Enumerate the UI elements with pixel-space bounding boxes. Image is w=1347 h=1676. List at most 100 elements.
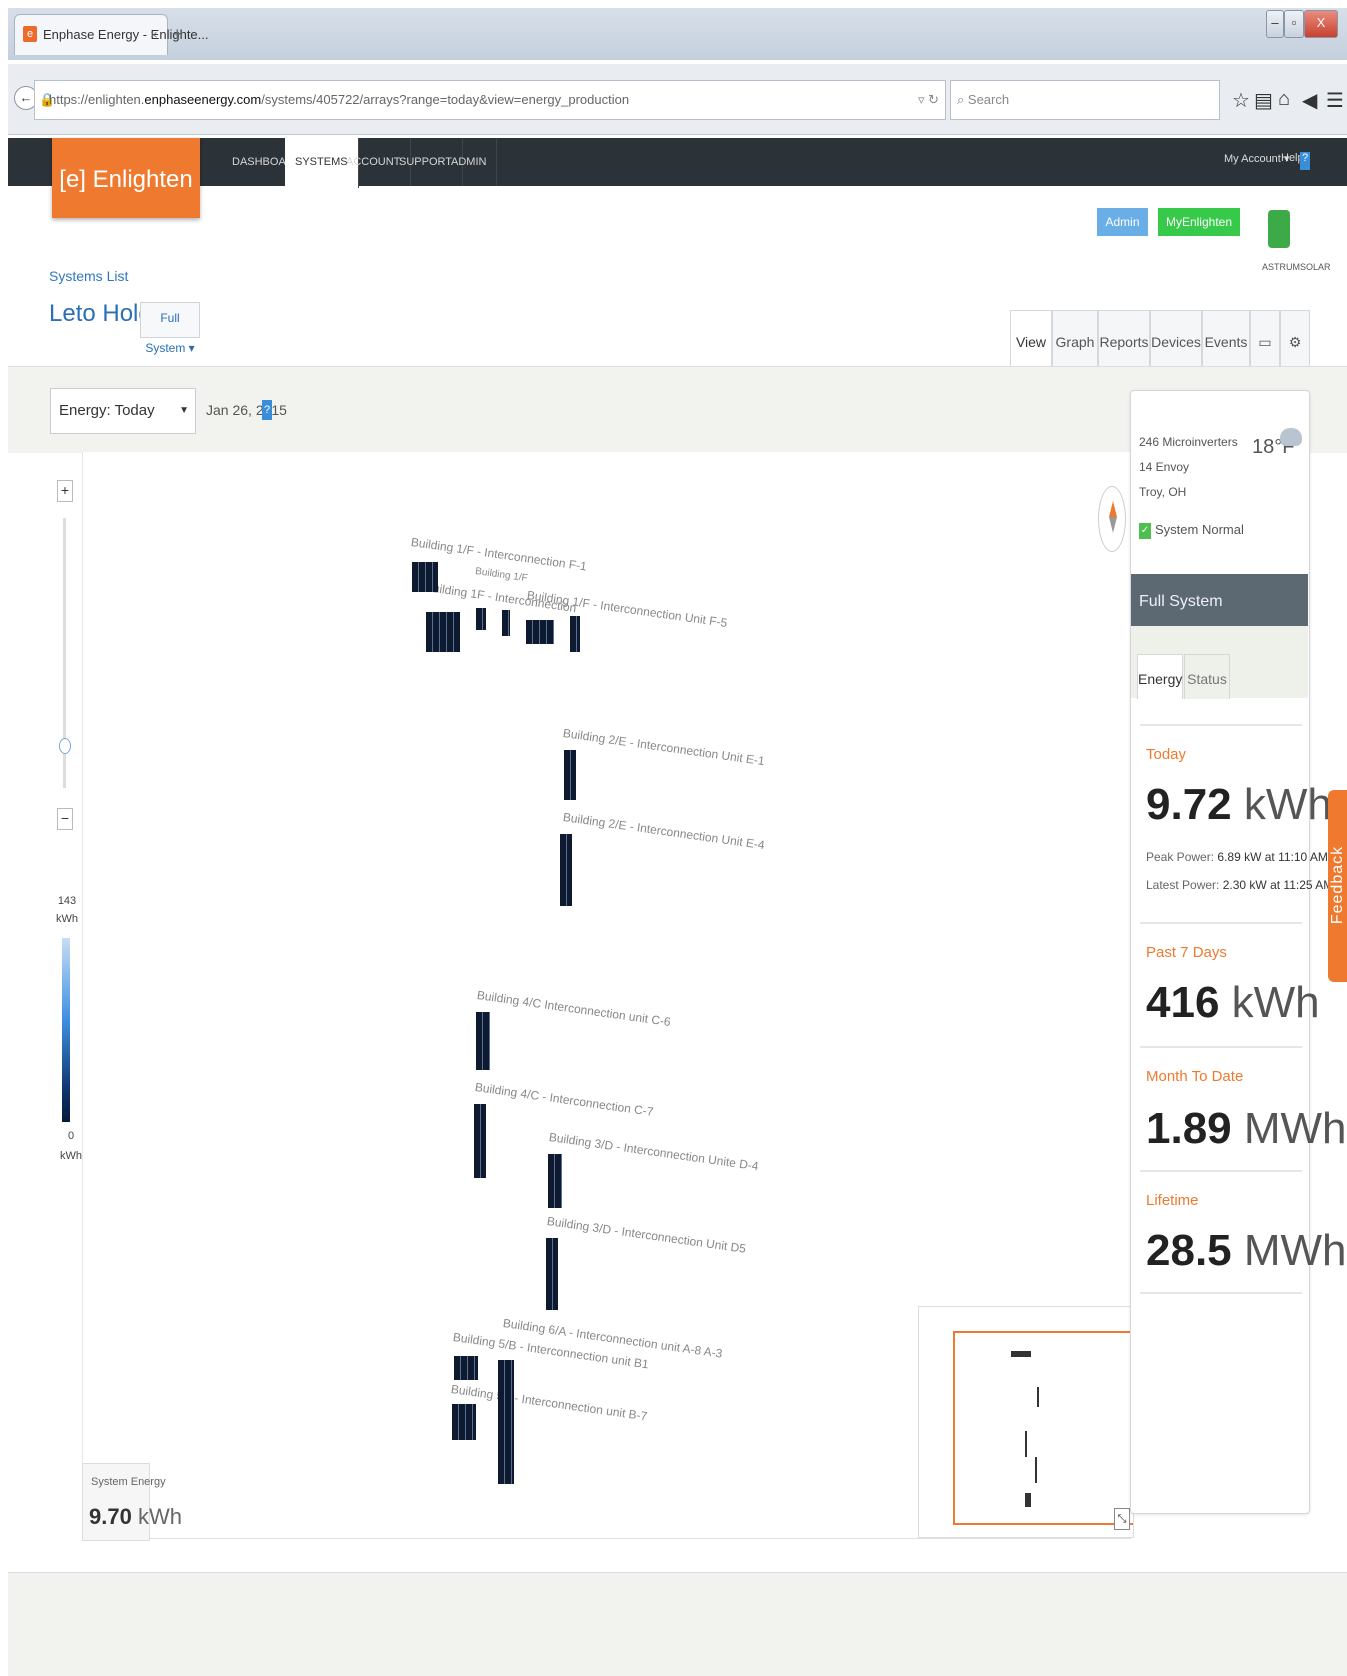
today-value: 9.72 kWh	[1146, 780, 1332, 829]
send-icon[interactable]: ◀	[1302, 88, 1317, 113]
tab-reports[interactable]: Reports	[1098, 310, 1150, 367]
overview-minimap[interactable]	[918, 1306, 1134, 1538]
divider	[1140, 1046, 1302, 1048]
solar-array[interactable]	[426, 612, 460, 652]
help-question-icon[interactable]: ?	[1300, 152, 1310, 170]
installer-logo-icon	[1268, 210, 1290, 248]
date-help-icon[interactable]: ?	[262, 400, 272, 420]
minimap-array	[1025, 1493, 1031, 1507]
energy-range-select[interactable]: Energy: Today ▼	[50, 388, 196, 434]
divider	[1140, 922, 1302, 924]
tab-title: Enphase Energy - Enlighte...	[43, 27, 209, 42]
tab-graph[interactable]: Graph	[1052, 310, 1098, 367]
selected-date: Jan 26, 2015	[206, 402, 287, 418]
zoom-slider-handle[interactable]	[59, 738, 71, 754]
month-label: Month To Date	[1146, 1068, 1244, 1085]
browser-search-input[interactable]: ⌕ Search	[950, 80, 1220, 120]
enlighten-manager-logo[interactable]: [e] Enlighten Manager	[52, 138, 200, 277]
legend-min: 0 kWh	[60, 1130, 82, 1162]
installer-name: ASTRUMSOLAR	[1262, 262, 1331, 272]
app-nav-bar	[8, 138, 1347, 186]
solar-array[interactable]	[412, 562, 438, 592]
compass-icon	[1098, 486, 1126, 552]
divider	[1140, 1292, 1302, 1294]
peak-power: Peak Power: 6.89 kW at 11:10 AM	[1146, 850, 1328, 864]
legend-max: 143 kWh	[56, 895, 78, 925]
bookmark-star-icon[interactable]: ☆	[1232, 88, 1250, 113]
solar-array[interactable]	[476, 608, 486, 630]
tab-energy[interactable]: Energy	[1137, 654, 1183, 699]
solar-array[interactable]	[452, 1404, 476, 1440]
minimap-toggle-icon[interactable]: ⤡	[1114, 1508, 1130, 1530]
solar-array[interactable]	[498, 1360, 514, 1484]
microinverter-count: 246 Microinverters	[1139, 435, 1238, 449]
divider	[1140, 724, 1302, 726]
solar-array[interactable]	[502, 610, 510, 636]
past7-value: 416 kWh	[1146, 978, 1320, 1027]
minimap-array	[1035, 1457, 1037, 1483]
zoom-out-button[interactable]: −	[57, 808, 73, 830]
lifetime-label: Lifetime	[1146, 1192, 1199, 1209]
system-energy-box: System Energy 9.70 kWh	[82, 1463, 182, 1541]
system-energy-value: 9.70 kWh	[89, 1504, 182, 1529]
feedback-button[interactable]: Feedback	[1328, 790, 1347, 982]
enphase-favicon-icon: e	[23, 26, 37, 42]
tab-status[interactable]: Status	[1184, 654, 1230, 699]
admin-view-button[interactable]: Admin View	[1097, 208, 1148, 257]
solar-array[interactable]	[570, 616, 580, 652]
magnifier-icon: ⌕	[957, 92, 965, 107]
solar-array[interactable]	[474, 1104, 486, 1178]
solar-array[interactable]	[564, 750, 576, 800]
address-bar[interactable]: 🔒 https://enlighten.enphaseenergy.com/sy…	[34, 80, 946, 120]
my-account-menu[interactable]: My Account ▾	[1224, 152, 1289, 165]
search-placeholder: Search	[967, 92, 1010, 107]
tab-view[interactable]: View	[1010, 310, 1052, 367]
systems-list-link[interactable]: Systems List	[49, 268, 128, 284]
full-system-header: Full System	[1131, 574, 1308, 626]
system-status: ✓ System Normal	[1139, 522, 1244, 539]
energy-color-scale	[62, 938, 70, 1122]
new-tab-button[interactable]: +	[172, 24, 183, 45]
browser-tab[interactable]: e Enphase Energy - Enlighte... ×	[14, 14, 209, 55]
weather-cloud-icon	[1280, 428, 1302, 446]
presentation-icon[interactable]: ▭	[1250, 310, 1280, 367]
solar-array[interactable]	[526, 620, 554, 644]
tab-events[interactable]: Events	[1202, 310, 1250, 367]
page-footer	[8, 1572, 1347, 1676]
latest-power: Latest Power: 2.30 kW at 11:25 AM	[1146, 878, 1334, 892]
energy-select-value: Energy: Today	[59, 402, 155, 419]
myenlighten-view-button[interactable]: MyEnlighten View ⧉	[1158, 208, 1240, 257]
envoy-count: 14 Envoy	[1139, 460, 1190, 474]
minimap-array	[1037, 1387, 1039, 1407]
lifetime-value: 28.5 MWh	[1146, 1226, 1347, 1275]
today-label: Today	[1146, 746, 1187, 763]
settings-gear-icon[interactable]: ⚙	[1280, 310, 1310, 367]
solar-array[interactable]	[560, 834, 572, 906]
restore-window-button[interactable]: ▫	[1284, 10, 1304, 38]
solar-array[interactable]	[546, 1238, 558, 1310]
home-icon[interactable]: ⌂	[1278, 88, 1290, 111]
select-arrow-icon: ▼	[179, 405, 189, 416]
reading-list-icon[interactable]: ▤	[1254, 88, 1273, 113]
solar-array[interactable]	[476, 1012, 490, 1070]
minimize-window-button[interactable]: –	[1266, 10, 1284, 38]
full-system-dropdown[interactable]: Full System ▾	[140, 302, 200, 355]
system-energy-label: System Energy	[91, 1476, 166, 1488]
close-window-button[interactable]: X	[1304, 10, 1338, 38]
tab-close-icon[interactable]: ×	[150, 27, 158, 42]
reload-icon[interactable]: ▿ ↻	[918, 81, 939, 119]
url-text: https://enlighten.enphaseenergy.com/syst…	[49, 92, 630, 107]
minimap-array	[1025, 1431, 1027, 1457]
solar-array[interactable]	[548, 1154, 562, 1208]
zoom-in-button[interactable]: +	[57, 480, 73, 502]
divider	[1140, 1170, 1302, 1172]
minimap-viewport[interactable]	[953, 1331, 1133, 1525]
nav-admin[interactable]: ADMIN	[441, 138, 498, 186]
month-value: 1.89 MWh	[1146, 1104, 1347, 1153]
browser-tab-strip	[8, 8, 1347, 60]
solar-array[interactable]	[454, 1356, 478, 1380]
tab-devices[interactable]: Devices	[1150, 310, 1202, 367]
system-info: 246 Microinverters 14 Envoy Troy, OH	[1139, 430, 1238, 505]
menu-icon[interactable]: ☰	[1326, 88, 1344, 113]
system-location: Troy, OH	[1139, 485, 1187, 499]
